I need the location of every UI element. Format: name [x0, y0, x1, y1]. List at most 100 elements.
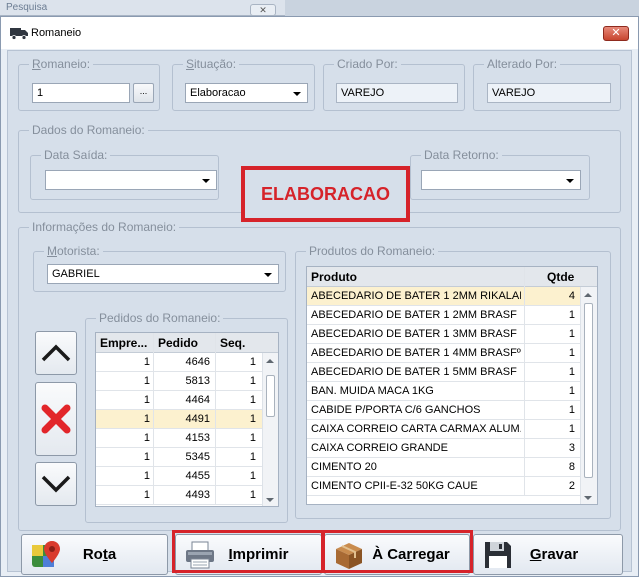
move-up-button[interactable]	[35, 331, 77, 375]
gravar-label: Gravar	[529, 546, 579, 563]
column-header-pedido[interactable]: Pedido	[158, 336, 198, 350]
pedidos-cell-seq: 1	[249, 413, 256, 425]
scroll-up-icon[interactable]	[266, 359, 274, 363]
data-retorno-group: Data Retorno:	[410, 148, 590, 200]
produtos-row[interactable]: CABIDE P/PORTA C/6 GANCHOS 1	[307, 401, 580, 420]
data-saida-group: Data Saída:	[30, 148, 219, 200]
situacao-select[interactable]: Elaboracao	[185, 83, 308, 103]
pedidos-row[interactable]: 1 4153 1	[96, 429, 262, 448]
produtos-row[interactable]: CAIXA CORREIO CARTA CARMAX ALUM.... 1	[307, 420, 580, 439]
chevron-down-icon	[264, 273, 272, 277]
romaneio-lookup-button[interactable]: ...	[133, 83, 154, 103]
alterado-por-field: VAREJO	[487, 83, 611, 103]
pedidos-romaneio-group: Pedidos do Romaneio: Empre... Pedido Seq…	[85, 311, 288, 523]
romaneio-input[interactable]: 1	[32, 83, 130, 103]
pedidos-cell-seq: 1	[249, 451, 256, 463]
romaneio-window: Romaneio ✕ Romaneio: 1 ... Situação: Ela…	[0, 16, 639, 577]
scroll-up-icon[interactable]	[584, 293, 592, 297]
pedidos-cell-empresa: 1	[143, 470, 150, 482]
pedidos-cell-empresa: 1	[143, 375, 150, 387]
column-header-produto[interactable]: Produto	[311, 270, 357, 284]
produtos-cell-qtde: 1	[568, 347, 575, 359]
produtos-grid-header: Produto Qtde	[307, 267, 597, 287]
produtos-romaneio-label: Produtos do Romaneio:	[306, 244, 439, 258]
pedidos-row[interactable]: 1 4646 1	[96, 353, 262, 372]
pedidos-column-divider	[153, 333, 154, 505]
situacao-label: Situação:	[183, 57, 240, 71]
produtos-cell-produto: CABIDE P/PORTA C/6 GANCHOS	[311, 404, 481, 416]
situacao-value: Elaboracao	[190, 87, 246, 99]
pedidos-cell-empresa: 1	[143, 413, 150, 425]
pedidos-cell-empresa: 1	[143, 489, 150, 501]
window-title: Romaneio	[31, 27, 82, 39]
informacoes-romaneio-group: Informações do Romaneio: Motorista: GABR…	[18, 220, 621, 531]
pedidos-row[interactable]: 1 4493 1	[96, 486, 262, 505]
scroll-thumb[interactable]	[266, 375, 275, 417]
produtos-column-divider	[524, 267, 525, 496]
data-retorno-select[interactable]	[421, 170, 581, 190]
produtos-cell-qtde: 1	[568, 328, 575, 340]
produtos-row[interactable]: ABECEDARIO DE BATER 1 2MM RIKALAR 4	[307, 287, 580, 306]
pedidos-row[interactable]: 1 4464 1	[96, 391, 262, 410]
gravar-button[interactable]: Gravar	[473, 534, 623, 575]
scroll-thumb[interactable]	[584, 303, 593, 478]
motorista-value: GABRIEL	[52, 268, 100, 280]
scroll-down-icon[interactable]	[584, 496, 592, 500]
pedidos-romaneio-label: Pedidos do Romaneio:	[96, 311, 224, 325]
produtos-row[interactable]: ABECEDARIO DE BATER 1 4MM BRASFº 1	[307, 344, 580, 363]
pedidos-cell-empresa: 1	[143, 356, 150, 368]
column-header-empresa[interactable]: Empre...	[100, 336, 152, 350]
pedidos-cell-pedido: 4646	[185, 356, 210, 368]
background-window-close-button[interactable]: ✕	[250, 4, 276, 16]
data-saida-select[interactable]	[45, 170, 217, 190]
pedidos-row[interactable]: 1 5345 1	[96, 448, 262, 467]
produtos-cell-qtde: 1	[568, 309, 575, 321]
pedidos-cell-pedido: 4455	[185, 470, 210, 482]
pedidos-scrollbar[interactable]	[262, 353, 278, 506]
produtos-cell-qtde: 8	[568, 461, 575, 473]
romaneio-group: Romaneio: 1 ...	[18, 57, 160, 111]
produtos-row[interactable]: ABECEDARIO DE BATER 1 2MM BRASF 1	[307, 306, 580, 325]
pedidos-cell-pedido: 5345	[185, 451, 210, 463]
produtos-scrollbar[interactable]	[580, 287, 597, 504]
produtos-row[interactable]: CIMENTO CPII-E-32 50KG CAUE 2	[307, 477, 580, 496]
alterado-por-group: Alterado Por: VAREJO	[473, 57, 621, 111]
pedidos-grid[interactable]: Empre... Pedido Seq. 1 4646 1 1 5813 1 1 4464 1 1…	[95, 332, 279, 507]
column-header-seq[interactable]: Seq.	[220, 336, 245, 350]
produtos-row[interactable]: ABECEDARIO DE BATER 1 3MM BRASF 1	[307, 325, 580, 344]
produtos-row[interactable]: CAIXA CORREIO GRANDE 3	[307, 439, 580, 458]
dados-romaneio-label: Dados do Romaneio:	[29, 123, 148, 137]
produtos-cell-qtde: 3	[568, 442, 575, 454]
column-header-qtde[interactable]: Qtde	[547, 270, 574, 284]
move-down-button[interactable]	[35, 462, 77, 506]
remove-pedido-button[interactable]	[35, 382, 77, 456]
produtos-row[interactable]: CIMENTO 20 8	[307, 458, 580, 477]
scroll-down-icon[interactable]	[266, 498, 274, 502]
status-label: ELABORACAO	[241, 166, 410, 222]
produtos-row[interactable]: BAN. MUIDA MACA 1KG 1	[307, 382, 580, 401]
produtos-cell-produto: ABECEDARIO DE BATER 1 2MM RIKALAR	[311, 290, 521, 302]
criado-por-group: Criado Por: VAREJO	[323, 57, 465, 111]
produtos-grid[interactable]: Produto Qtde ABECEDARIO DE BATER 1 2MM R…	[306, 266, 598, 505]
close-button[interactable]: ✕	[603, 26, 629, 41]
form-content: Romaneio: 1 ... Situação: Elaboracao Cri…	[7, 50, 632, 575]
map-pin-icon	[32, 541, 60, 567]
produtos-cell-qtde: 2	[568, 480, 575, 492]
pedidos-row[interactable]: 1 4455 1	[96, 467, 262, 486]
produtos-romaneio-group: Produtos do Romaneio: Produto Qtde ABECE…	[295, 244, 611, 519]
produtos-row[interactable]: ABECEDARIO DE BATER 1 5MM BRASF 1	[307, 363, 580, 382]
pedidos-cell-pedido: 4491	[185, 413, 210, 425]
pedidos-row[interactable]: 1 4491 1	[96, 410, 262, 429]
save-disk-icon	[485, 542, 511, 568]
pedidos-cell-pedido: 4464	[185, 394, 210, 406]
pedidos-cell-pedido: 5813	[185, 375, 210, 387]
rota-button[interactable]: Rota	[21, 534, 168, 575]
motorista-select[interactable]: GABRIEL	[47, 264, 279, 284]
produtos-cell-qtde: 4	[568, 290, 575, 302]
pedidos-cell-seq: 1	[249, 394, 256, 406]
title-bar: Romaneio ✕	[1, 17, 638, 49]
pedidos-row[interactable]: 1 5813 1	[96, 372, 262, 391]
produtos-cell-produto: CIMENTO CPII-E-32 50KG CAUE	[311, 480, 478, 492]
carregar-highlight	[322, 530, 473, 573]
pedidos-cell-seq: 1	[249, 432, 256, 444]
